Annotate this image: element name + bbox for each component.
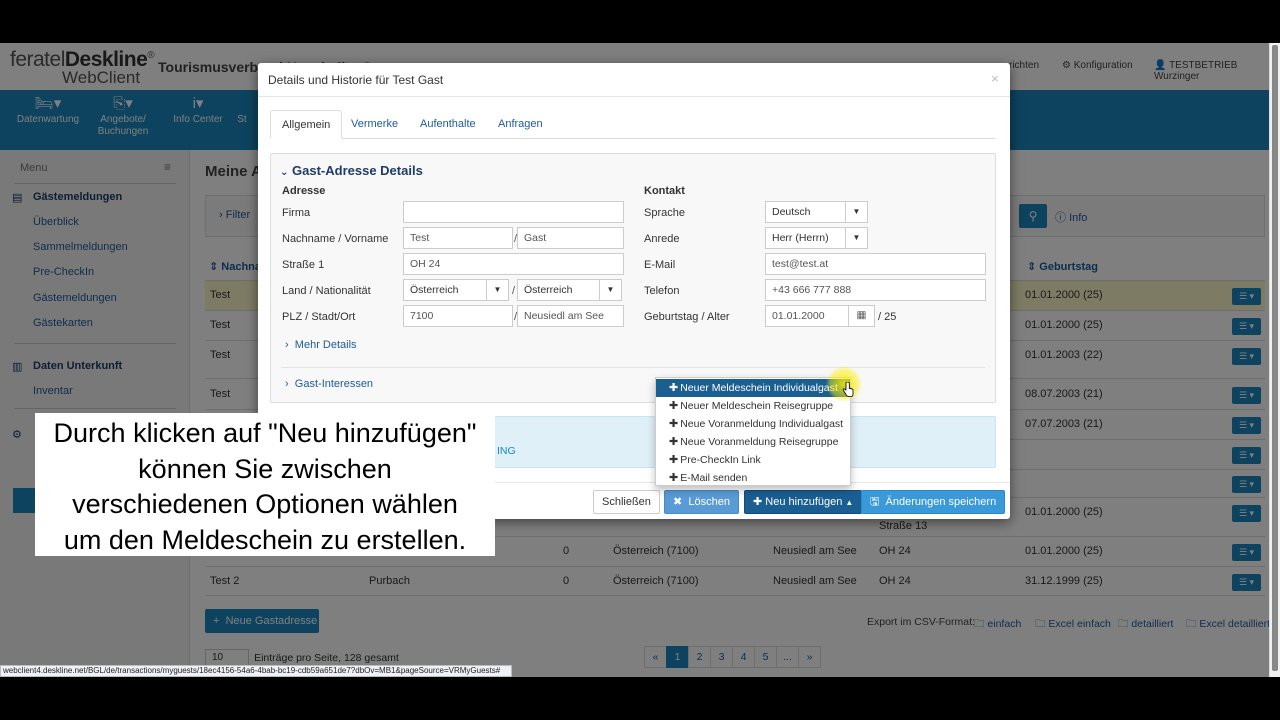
plus-icon: ✚	[669, 472, 679, 484]
scrollbar[interactable]	[1269, 43, 1280, 677]
times-icon: ✖	[673, 496, 683, 508]
add-new-button[interactable]: ✚ Neu hinzufügen ▲	[744, 490, 863, 514]
panel-title-label: Gast-Adresse Details	[292, 163, 423, 178]
firstname-input[interactable]: Gast	[517, 227, 624, 249]
caption-line: um den Meldeschein zu erstellen.	[63, 524, 467, 555]
birthday-input[interactable]: 01.01.2000	[765, 305, 849, 327]
scrollbar-thumb[interactable]	[1272, 45, 1278, 671]
plus-icon: ✚	[669, 400, 679, 412]
label-firma: Firma	[282, 207, 311, 219]
tutorial-caption: Durch klicken auf "Neu hinzufügen" könne…	[35, 413, 495, 556]
country-select[interactable]: Österreich ▼	[403, 279, 509, 301]
menu-item-label: Neue Voranmeldung Individualgast	[680, 418, 844, 430]
caret-down-icon: ▼	[845, 202, 867, 222]
divider	[281, 367, 985, 368]
email-input[interactable]: test@test.at	[765, 253, 986, 275]
save-icon: 🖫	[870, 496, 880, 508]
lastname-input[interactable]: Test	[403, 227, 513, 249]
plz-input[interactable]: 7100	[403, 305, 513, 327]
nationality-value: Österreich	[524, 284, 573, 296]
menu-item-label: Neuer Meldeschein Individualgast	[680, 382, 838, 394]
tab-anfragen[interactable]: Anfragen	[487, 110, 554, 139]
plus-icon: ✚	[669, 454, 679, 466]
caret-down-icon: ▼	[486, 280, 508, 300]
chevron-right-icon: ›	[285, 339, 289, 351]
modal-title: Details und Historie für Test Gast	[268, 73, 444, 87]
label-language: Sprache	[644, 207, 685, 219]
caption-line: können Sie zwischen	[138, 453, 392, 484]
plus-icon: ✚	[753, 496, 763, 508]
address-heading: Adresse	[282, 185, 326, 197]
more-details-link[interactable]: › Mehr Details	[285, 339, 357, 351]
menu-item-voranmeldung-individualgast[interactable]: ✚ Neue Voranmeldung Individualgast	[656, 415, 850, 433]
caption-line: Durch klicken auf "Neu hinzufügen"	[53, 418, 477, 448]
plus-icon: ✚	[669, 382, 679, 394]
contact-heading: Kontakt	[644, 185, 685, 197]
phone-input[interactable]: +43 666 777 888	[765, 279, 986, 301]
label-plz: PLZ / Stadt/Ort	[282, 311, 356, 323]
close-button[interactable]: Schließen	[593, 490, 660, 514]
label-phone: Telefon	[644, 285, 680, 297]
country-value: Österreich	[410, 284, 459, 296]
more-details-label: Mehr Details	[294, 339, 357, 351]
language-select[interactable]: Deutsch ▼	[765, 201, 868, 223]
panel-title[interactable]: ⌄ Gast-Adresse Details	[280, 163, 423, 178]
tab-vermerke[interactable]: Vermerke	[340, 110, 409, 139]
delete-button[interactable]: ✖ Löschen	[664, 490, 739, 514]
menu-item-label: Neue Voranmeldung Reisegruppe	[680, 436, 839, 448]
hand-cursor-icon	[842, 382, 854, 397]
guest-interests-label: Gast-Interessen	[294, 378, 374, 390]
nationality-select[interactable]: Österreich ▼	[517, 279, 622, 301]
guest-address-panel: ⌄ Gast-Adresse Details Adresse Kontakt F…	[270, 153, 996, 403]
caret-down-icon: ▼	[845, 228, 867, 248]
calendar-icon[interactable]: ▦	[848, 305, 875, 327]
divider	[258, 96, 1010, 97]
plus-icon: ✚	[669, 436, 679, 448]
age-value: / 25	[878, 311, 897, 323]
separator-slash: /	[512, 285, 516, 297]
close-icon[interactable]: ×	[991, 71, 999, 86]
add-new-dropdown-menu: ✚ Neuer Meldeschein Individualgast ✚ Neuer…	[655, 377, 851, 486]
salutation-select[interactable]: Herr (Herrn) ▼	[765, 227, 868, 249]
plus-icon: ✚	[669, 418, 679, 430]
label-email: E-Mail	[644, 259, 676, 271]
info-box-text: ING	[497, 445, 516, 457]
label-street: Straße 1	[282, 259, 325, 271]
caption-line: verschiedenen Optionen wählen	[72, 489, 458, 519]
browser-viewport: feratelDeskline® WebClient Tourismusverb…	[0, 43, 1280, 677]
modal-tabs: Allgemein Vermerke Aufenthalte Anfragen	[270, 110, 996, 139]
status-bar-url: webclient4.deskline.net/BGL/de/transacti…	[0, 665, 512, 677]
chevron-down-icon: ⌄	[280, 167, 289, 178]
menu-item-email-senden[interactable]: ✚ E-Mail senden	[656, 469, 850, 487]
caret-down-icon: ▼	[599, 280, 621, 300]
tab-aufenthalte[interactable]: Aufenthalte	[409, 110, 487, 139]
menu-item-precheckin-link[interactable]: ✚ Pre-CheckIn Link	[656, 451, 850, 469]
menu-item-meldeschein-individualgast[interactable]: ✚ Neuer Meldeschein Individualgast	[656, 379, 850, 397]
guest-interests-link[interactable]: › Gast-Interessen	[285, 378, 373, 390]
button-label: Neu hinzufügen	[765, 496, 843, 508]
city-input[interactable]: Neusiedl am See	[517, 305, 624, 327]
street-input[interactable]: OH 24	[403, 253, 624, 275]
menu-item-meldeschein-reisegruppe[interactable]: ✚ Neuer Meldeschein Reisegruppe	[656, 397, 850, 415]
label-salutation: Anrede	[644, 233, 680, 245]
menu-item-label: Pre-CheckIn Link	[680, 454, 761, 466]
label-birthday: Geburtstag / Alter	[644, 311, 730, 323]
label-name: Nachname / Vorname	[282, 233, 389, 245]
menu-item-voranmeldung-reisegruppe[interactable]: ✚ Neue Voranmeldung Reisegruppe	[656, 433, 850, 451]
tab-allgemein[interactable]: Allgemein	[270, 110, 343, 139]
button-label: Änderungen speichern	[885, 496, 997, 508]
save-changes-button[interactable]: 🖫 Änderungen speichern	[861, 490, 1006, 514]
chevron-right-icon: ›	[285, 378, 289, 390]
menu-item-label: Neuer Meldeschein Reisegruppe	[680, 400, 834, 412]
label-country: Land / Nationalität	[282, 285, 371, 297]
firma-input[interactable]	[403, 201, 624, 223]
menu-item-label: E-Mail senden	[680, 472, 748, 484]
caret-up-icon: ▲	[845, 498, 854, 507]
button-label: Löschen	[688, 496, 730, 508]
salutation-value: Herr (Herrn)	[772, 232, 829, 244]
language-value: Deutsch	[772, 206, 811, 218]
